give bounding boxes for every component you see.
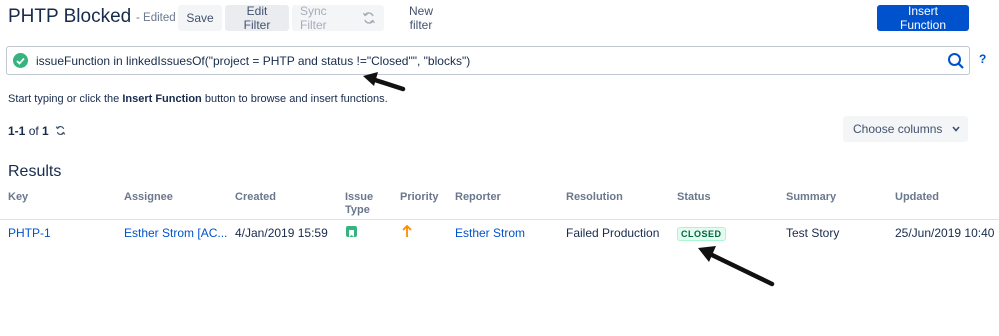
- jql-query-text[interactable]: issueFunction in linkedIssuesOf("project…: [36, 54, 470, 68]
- edited-indicator: - Edited: [136, 12, 176, 24]
- results-total: 1: [42, 124, 49, 138]
- insert-function-hint: Start typing or click the Insert Functio…: [8, 93, 388, 105]
- sync-filter-button[interactable]: Sync Filter: [292, 4, 384, 32]
- column-header-reporter[interactable]: Reporter: [455, 191, 501, 204]
- column-header-priority[interactable]: Priority: [400, 191, 439, 204]
- table-header-divider: [0, 219, 999, 220]
- sync-filter-label: Sync Filter: [300, 4, 327, 32]
- column-header-resolution[interactable]: Resolution: [566, 191, 623, 204]
- chevron-down-icon: [952, 126, 960, 132]
- issue-key-link[interactable]: PHTP-1: [8, 226, 51, 240]
- results-heading: Results: [8, 163, 62, 180]
- column-header-updated[interactable]: Updated: [895, 191, 939, 204]
- column-header-issue-type[interactable]: Issue Type: [345, 191, 375, 217]
- status-badge: CLOSED: [677, 227, 726, 241]
- hint-text-bold: Insert Function: [122, 93, 202, 105]
- column-header-assignee[interactable]: Assignee: [124, 191, 173, 204]
- story-icon: [346, 226, 357, 237]
- jql-query-input[interactable]: issueFunction in linkedIssuesOf("project…: [6, 46, 970, 75]
- edit-filter-button[interactable]: Edit Filter: [225, 4, 289, 32]
- insert-function-button[interactable]: Insert Function: [877, 4, 969, 32]
- annotation-arrow-status: [698, 246, 775, 287]
- results-count: 1-1 of 1: [8, 124, 66, 138]
- refresh-icon[interactable]: [55, 125, 66, 136]
- hint-text-before: Start typing or click the: [8, 93, 123, 105]
- resolution-value: Failed Production: [566, 226, 660, 240]
- column-header-created[interactable]: Created: [235, 191, 276, 204]
- valid-check-icon: [13, 53, 28, 68]
- refresh-icon: [363, 12, 376, 24]
- help-icon[interactable]: ?: [979, 52, 986, 66]
- new-filter-button[interactable]: New filter: [390, 4, 452, 32]
- created-date: 4/Jan/2019 15:59: [235, 226, 328, 240]
- column-header-status[interactable]: Status: [677, 191, 711, 204]
- arrow-up-icon: [402, 224, 412, 237]
- updated-date: 25/Jun/2019 10:40: [895, 226, 995, 240]
- reporter-link[interactable]: Esther Strom: [455, 226, 525, 240]
- save-button[interactable]: Save: [178, 5, 222, 31]
- results-of: of: [28, 124, 39, 138]
- choose-columns-button[interactable]: Choose columns: [843, 116, 968, 142]
- search-icon[interactable]: [947, 52, 965, 70]
- choose-columns-label: Choose columns: [853, 122, 943, 136]
- hint-text-after: button to browse and insert functions.: [201, 93, 388, 105]
- column-header-key[interactable]: Key: [8, 191, 28, 204]
- summary-value: Test Story: [786, 226, 840, 240]
- column-header-summary[interactable]: Summary: [786, 191, 836, 204]
- results-range: 1-1: [8, 124, 26, 138]
- assignee-link[interactable]: Esther Strom [AC...: [124, 226, 227, 240]
- filter-title: PHTP Blocked: [8, 6, 132, 27]
